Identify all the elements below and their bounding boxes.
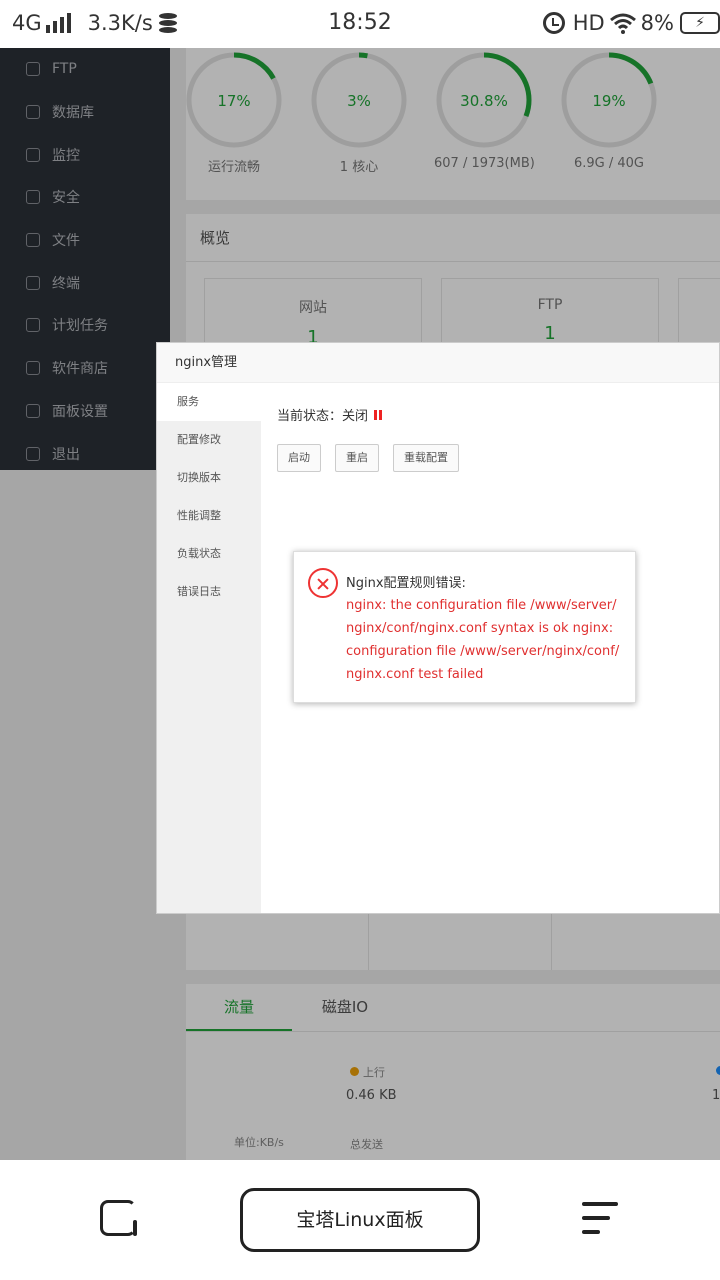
modal-nav-item[interactable]: 错误日志 (157, 573, 261, 611)
status-bar: 4G 3.3K/s 18:52 HD 8% ⚡ (0, 0, 720, 48)
tabs-icon[interactable] (100, 1200, 140, 1240)
page-title-pill[interactable]: 宝塔Linux面板 (240, 1188, 480, 1252)
panel-app: FTP 数据库 监控 安全 文件 终端 计划任务 软件商店 面板设置 退出 17% 运行流畅 3% 1 … (0, 48, 720, 1160)
start-button[interactable]: 启动 (277, 444, 321, 472)
modal-title: nginx管理 (157, 343, 719, 383)
status-right: HD 8% ⚡ (542, 11, 720, 35)
error-alert: Nginx配置规则错误: nginx: the configuration fi… (293, 551, 636, 703)
modal-nav-item[interactable]: 切换版本 (157, 459, 261, 497)
wifi-icon (609, 13, 636, 34)
restart-button[interactable]: 重启 (335, 444, 379, 472)
status-text: 当前状态：关闭 (277, 409, 369, 424)
hd-indicator: HD (572, 11, 605, 35)
menu-icon[interactable] (582, 1202, 620, 1236)
battery-icon: ⚡ (680, 12, 720, 34)
alarm-icon (542, 12, 565, 34)
modal-nav: 服务 配置修改 切换版本 性能调整 负载状态 错误日志 (157, 383, 261, 913)
error-icon (308, 568, 338, 598)
battery-percent: 8% (640, 11, 674, 35)
modal-nav-item[interactable]: 负载状态 (157, 535, 261, 573)
stop-icon (374, 409, 383, 420)
browser-bottom-bar: 宝塔Linux面板 (0, 1160, 720, 1280)
reload-config-button[interactable]: 重载配置 (393, 444, 459, 472)
service-status: 当前状态：关闭 (277, 405, 719, 424)
modal-nav-item[interactable]: 性能调整 (157, 497, 261, 535)
service-buttons: 启动 重启 重载配置 (277, 444, 719, 472)
alert-message: nginx: the configuration file /www/serve… (346, 598, 620, 682)
modal-nav-item[interactable]: 配置修改 (157, 421, 261, 459)
modal-nav-item[interactable]: 服务 (157, 383, 261, 421)
alert-heading: Nginx配置规则错误: (346, 576, 466, 591)
